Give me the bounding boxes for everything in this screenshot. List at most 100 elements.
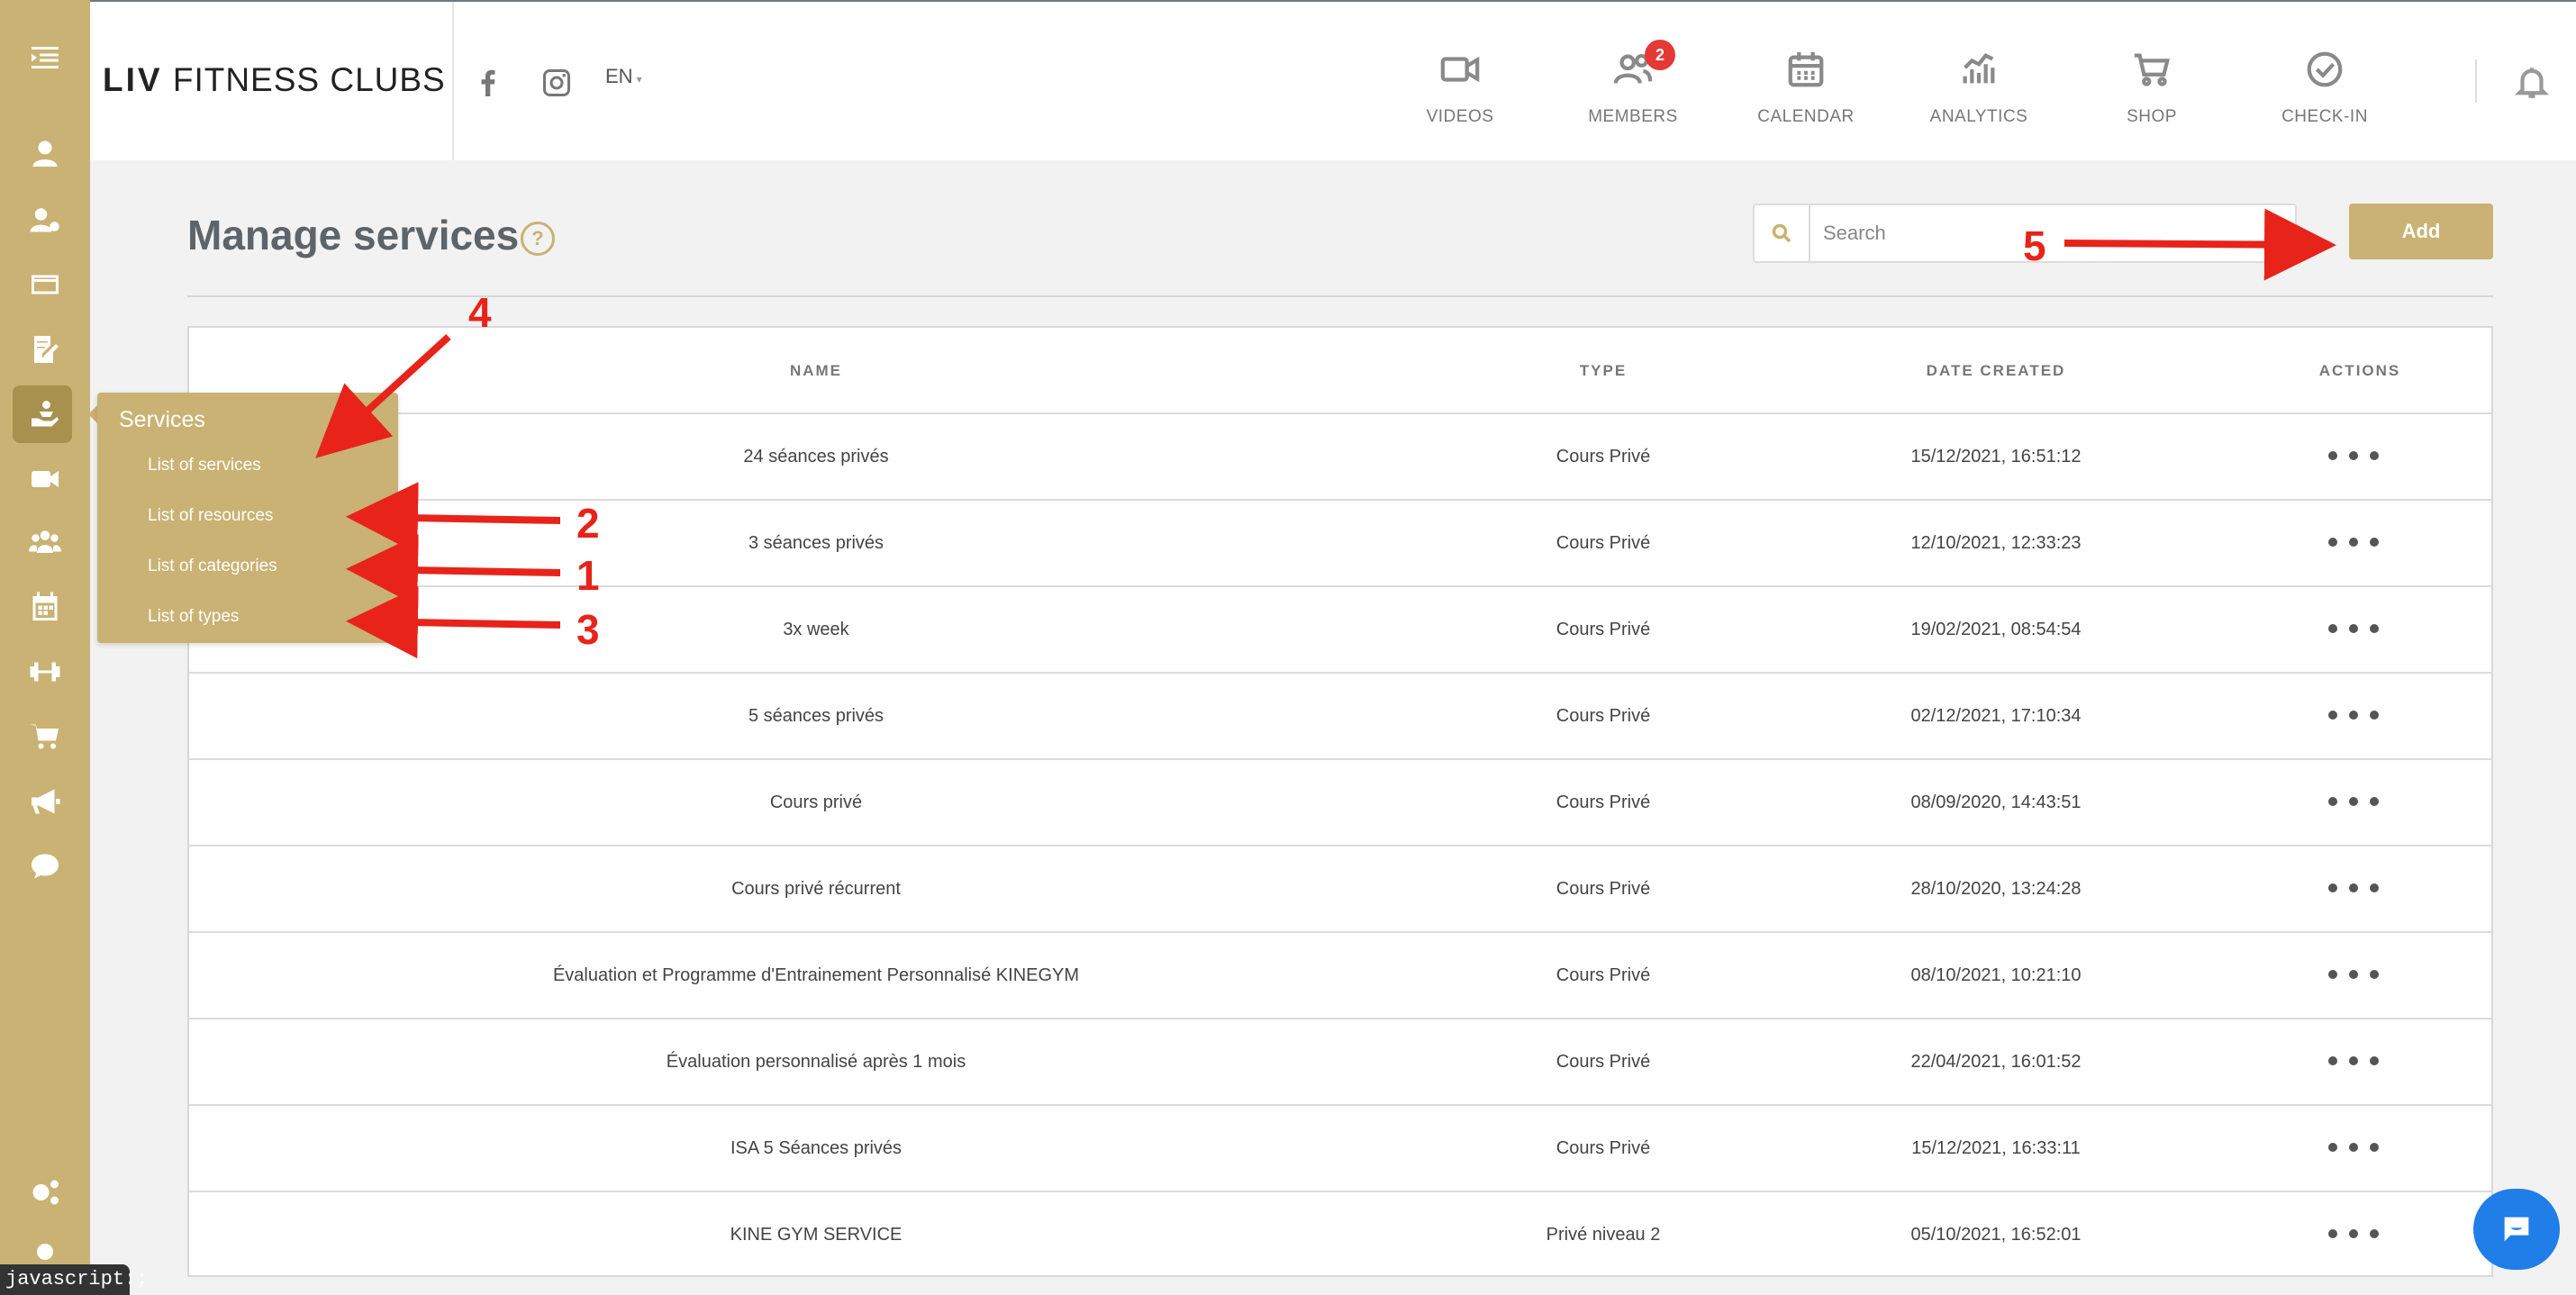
language-selector[interactable]: EN ▾ [605, 65, 642, 88]
add-button[interactable]: Add [2349, 204, 2493, 259]
service-hand-icon[interactable] [25, 394, 65, 434]
service-date-created: 12/10/2021, 12:33:23 [1910, 533, 2082, 553]
column-header-type[interactable]: TYPE [1580, 362, 1627, 380]
service-type: Cours Privé [1556, 792, 1651, 812]
nav-videos[interactable]: VIDEOS [1392, 49, 1528, 139]
chat-icon [2504, 1217, 2529, 1242]
flyout-item-list-of-services[interactable]: List of services [148, 456, 261, 475]
service-name[interactable]: ISA 5 Séances privés [730, 1138, 902, 1159]
nav-analytics[interactable]: ANALYTICS [1911, 49, 2046, 139]
row-actions-menu-icon[interactable] [2328, 704, 2379, 726]
annotation-number-4: 4 [468, 289, 492, 336]
service-type: Cours Privé [1556, 879, 1651, 899]
services-flyout-menu: Services List of services List of resour… [97, 393, 398, 643]
service-name[interactable]: Cours privé récurrent [731, 879, 901, 900]
service-date-created: 05/10/2021, 16:52:01 [1910, 1225, 2082, 1245]
table-row[interactable]: ISA 5 Séances privés Cours Privé 15/12/202… [189, 1106, 2491, 1192]
dumbbell-icon[interactable] [25, 652, 65, 692]
row-actions-menu-icon[interactable] [2328, 964, 2379, 985]
column-header-date[interactable]: DATE CREATED [1927, 362, 2066, 380]
row-actions-menu-icon[interactable] [2328, 791, 2379, 812]
flyout-item-list-of-categories[interactable]: List of categories [148, 557, 277, 576]
service-type: Cours Privé [1556, 1052, 1651, 1072]
column-header-actions: ACTIONS [2318, 362, 2401, 379]
service-name[interactable]: 5 séances privés [748, 706, 884, 727]
table-header: NAME TYPE DATE CREATED ACTIONS [189, 328, 2491, 414]
row-actions-menu-icon[interactable] [2328, 445, 2379, 466]
table-row[interactable]: Évaluation personnalisé après 1 mois Cour… [189, 1019, 2491, 1106]
top-header: LIV FITNESS CLUBS EN ▾ VIDEOS 2 MEMBERS C… [90, 2, 2576, 160]
video-camera-icon[interactable] [25, 459, 65, 499]
settings-gears-icon[interactable] [25, 1173, 65, 1212]
row-actions-menu-icon[interactable] [2328, 618, 2379, 639]
service-date-created: 02/12/2021, 17:10:34 [1910, 706, 2082, 726]
nav-label: VIDEOS [1426, 107, 1494, 126]
notification-bell-icon[interactable] [2513, 63, 2551, 101]
flyout-item-list-of-types[interactable]: List of types [148, 607, 239, 627]
nav-label: ANALYTICS [1929, 107, 2028, 126]
service-name[interactable]: Cours privé [770, 792, 862, 813]
cart-icon [2134, 53, 2170, 86]
contract-icon[interactable] [25, 330, 65, 369]
instagram-icon[interactable] [540, 67, 573, 99]
service-date-created: 08/09/2020, 14:43:51 [1910, 792, 2082, 812]
search-input[interactable] [1823, 214, 2273, 252]
row-actions-menu-icon[interactable] [2328, 531, 2379, 553]
nav-label: SHOP [2127, 107, 2177, 126]
table-row[interactable]: Cours privé récurrent Cours Privé 28/10/20… [189, 847, 2491, 933]
header-divider [2475, 59, 2477, 103]
service-type: Cours Privé [1556, 1138, 1651, 1158]
row-actions-menu-icon[interactable] [2328, 1223, 2379, 1245]
service-type: Cours Privé [1556, 965, 1651, 985]
row-actions-menu-icon[interactable] [2328, 1050, 2379, 1072]
calendar-grid-icon[interactable] [25, 587, 65, 627]
row-actions-menu-icon[interactable] [2328, 1137, 2379, 1158]
service-name[interactable]: 3 séances privés [748, 533, 884, 554]
annotation-number-2: 2 [576, 500, 600, 547]
table-row[interactable]: 3 séances privés Cours Privé 12/10/2021, 1… [189, 501, 2491, 587]
calendar-icon [1788, 51, 1824, 87]
chat-bubble-icon[interactable] [25, 847, 65, 886]
table-row[interactable]: KINE GYM SERVICE Privé niveau 2 05/10/2021… [189, 1192, 2491, 1275]
service-name[interactable]: Évaluation et Programme d'Entrainement P… [553, 965, 1079, 986]
header-divider [452, 2, 454, 160]
service-date-created: 15/12/2021, 16:51:12 [1910, 447, 2082, 466]
members-badge: 2 [1645, 40, 1675, 70]
table-row[interactable]: 3x week Cours Privé 19/02/2021, 08:54:54 [189, 587, 2491, 674]
user-icon[interactable] [25, 133, 65, 173]
nav-calendar[interactable]: CALENDAR [1738, 49, 1873, 139]
facebook-icon[interactable] [472, 67, 504, 99]
service-date-created: 22/04/2021, 16:01:52 [1910, 1052, 2082, 1072]
service-type: Cours Privé [1556, 533, 1651, 553]
annotation-number-1: 1 [576, 552, 600, 599]
megaphone-icon[interactable] [25, 782, 65, 821]
menu-toggle-icon[interactable] [25, 38, 65, 77]
service-name[interactable]: KINE GYM SERVICE [730, 1225, 903, 1245]
row-actions-menu-icon[interactable] [2328, 877, 2379, 899]
flyout-item-list-of-resources[interactable]: List of resources [148, 506, 273, 526]
service-type: Cours Privé [1556, 447, 1651, 466]
shopping-cart-icon[interactable] [25, 717, 65, 756]
nav-members[interactable]: 2 MEMBERS [1565, 40, 1701, 139]
search-button[interactable] [1755, 205, 1810, 261]
help-icon[interactable]: ? [521, 222, 555, 256]
group-icon[interactable] [25, 522, 65, 562]
nav-shop[interactable]: SHOP [2084, 49, 2219, 139]
credit-card-icon[interactable] [25, 265, 65, 304]
service-type: Cours Privé [1556, 706, 1651, 726]
user-settings-icon[interactable] [25, 200, 65, 240]
table-row[interactable]: 5 séances privés Cours Privé 02/12/2021, 1… [189, 674, 2491, 760]
table-row[interactable]: Cours privé Cours Privé 08/09/2020, 14:43:… [189, 760, 2491, 847]
nav-check-in[interactable]: CHECK-IN [2257, 49, 2392, 139]
flyout-title: Services [119, 407, 205, 432]
table-row[interactable]: Évaluation et Programme d'Entrainement P… [189, 933, 2491, 1019]
service-name[interactable]: Évaluation personnalisé après 1 mois [667, 1052, 966, 1073]
column-header-name[interactable]: NAME [790, 362, 842, 380]
service-name[interactable]: 24 séances privés [743, 447, 888, 467]
service-date-created: 08/10/2021, 10:21:10 [1910, 965, 2082, 985]
app-logo[interactable]: LIV FITNESS CLUBS [103, 61, 446, 99]
page-title: Manage services [187, 212, 520, 258]
service-name[interactable]: 3x week [783, 620, 848, 640]
chat-launcher-button[interactable] [2473, 1189, 2560, 1270]
table-row[interactable]: 24 séances privés Cours Privé 15/12/2021, … [189, 414, 2491, 501]
